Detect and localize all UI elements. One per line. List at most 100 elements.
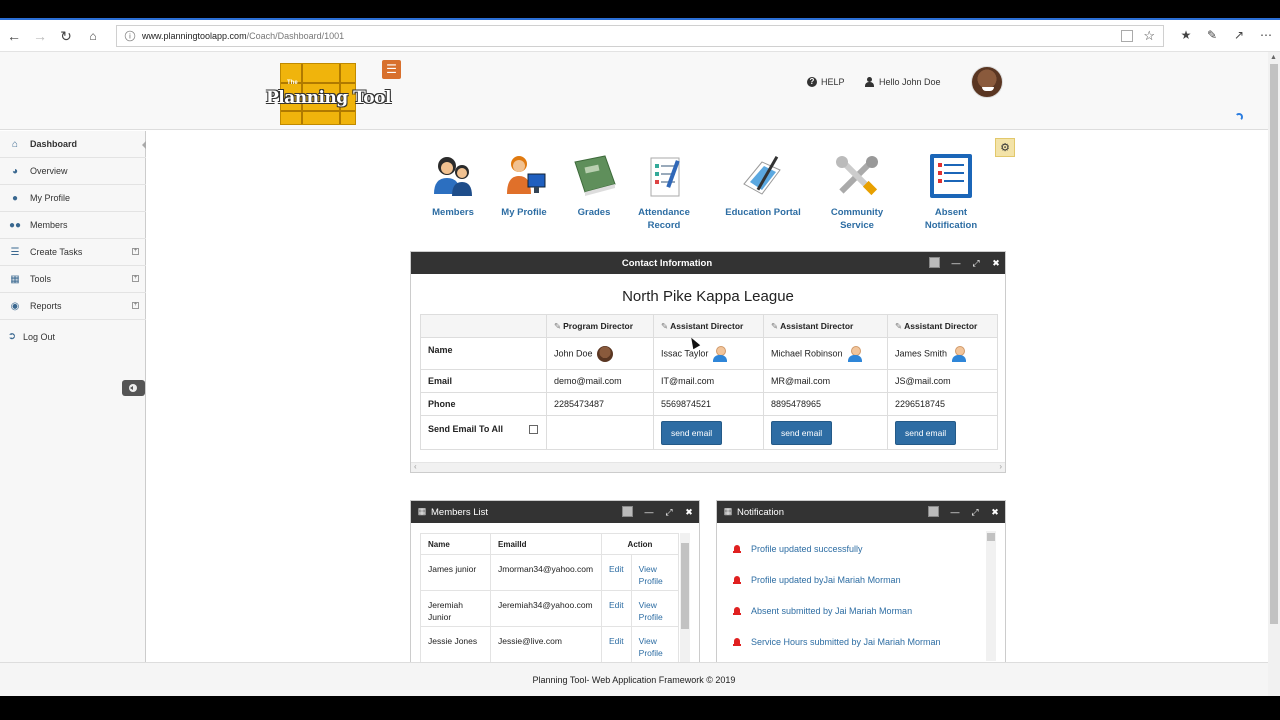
- help-link[interactable]: ? HELP: [807, 77, 845, 87]
- expand-icon[interactable]: ⤢: [970, 507, 980, 517]
- edit-icon[interactable]: ✎: [771, 321, 778, 331]
- table-header: ✎ Assistant Director: [887, 314, 998, 338]
- footer-text: Planning Tool- Web Application Framework…: [532, 675, 736, 685]
- table-cell: send email: [887, 415, 998, 450]
- table-icon: ▦: [417, 506, 427, 516]
- table-cell: View Profile: [630, 554, 680, 591]
- sidebar-item-my-profile[interactable]: ● My Profile: [0, 185, 146, 212]
- menu-toggle-button[interactable]: ☰: [382, 60, 401, 79]
- quick-link-absent-notification[interactable]: Absent Notification: [920, 154, 982, 232]
- notification-item[interactable]: Profile updated byJai Mariah Morman: [733, 575, 901, 585]
- sidebar-item-create-tasks[interactable]: ☰ Create Tasks +: [0, 239, 146, 266]
- quick-link-my-profile[interactable]: My Profile: [498, 154, 550, 219]
- table-cell: Michael Robinson: [763, 337, 888, 370]
- user-icon: [951, 345, 967, 363]
- send-email-button[interactable]: send email: [895, 420, 957, 445]
- sidebar-item-dashboard[interactable]: ⌂ Dashboard: [0, 131, 146, 158]
- sidebar-item-reports[interactable]: ◉ Reports +: [0, 293, 146, 320]
- expand-icon[interactable]: ⤢: [971, 258, 981, 268]
- table-cell: View Profile: [630, 590, 680, 627]
- quick-link-members[interactable]: Members: [429, 154, 477, 219]
- table-row: Name John Doe Issac Taylor Michael Robin…: [420, 337, 998, 370]
- quick-link-community-service[interactable]: Community Service: [826, 154, 888, 232]
- favorites-icon[interactable]: ★: [1178, 28, 1194, 42]
- gear-icon[interactable]: ⚙: [995, 138, 1015, 157]
- edit-link[interactable]: Edit: [609, 636, 624, 646]
- edit-link[interactable]: Edit: [609, 600, 624, 610]
- page-scrollbar[interactable]: ▲: [1268, 52, 1280, 696]
- view-profile-link[interactable]: View Profile: [639, 564, 663, 586]
- sidebar-item-log-out[interactable]: ➲ Log Out: [0, 323, 146, 350]
- expand-icon[interactable]: +: [132, 248, 139, 255]
- sidebar-item-label: Members: [30, 220, 68, 230]
- table-cell: JS@mail.com: [887, 369, 998, 393]
- table-cell: IT@mail.com: [653, 369, 764, 393]
- reading-view-icon[interactable]: [1121, 30, 1133, 42]
- view-profile-link[interactable]: View Profile: [639, 600, 663, 622]
- sidebar-item-members[interactable]: ●● Members: [0, 212, 146, 239]
- user-icon: [847, 345, 863, 363]
- info-icon[interactable]: i: [124, 30, 136, 42]
- member-email: Jeremiah34@yahoo.com: [490, 590, 602, 627]
- edit-icon[interactable]: ✎: [895, 321, 902, 331]
- table-cell: send email: [763, 415, 888, 450]
- horizontal-scrollbar[interactable]: ‹ ›: [411, 462, 1005, 472]
- more-icon[interactable]: ⋯: [1258, 28, 1274, 42]
- member-name: Jeremiah Junior: [420, 590, 491, 627]
- share-icon[interactable]: ↗: [1231, 28, 1247, 42]
- my-profile-icon: [507, 156, 546, 194]
- minimize-icon[interactable]: —: [644, 507, 654, 517]
- sidebar-collapse-button[interactable]: [122, 380, 145, 396]
- back-arrow-icon[interactable]: ←: [6, 28, 22, 44]
- table-cell: Edit: [601, 626, 632, 662]
- panel-color-icon[interactable]: [929, 257, 940, 268]
- send-all-checkbox[interactable]: [529, 425, 539, 435]
- close-icon[interactable]: ✖: [990, 507, 1000, 517]
- logo-text[interactable]: Planning Tool: [266, 88, 391, 108]
- home-icon[interactable]: ⌂: [85, 28, 101, 44]
- row-label: Email: [420, 369, 547, 393]
- quick-link-education-portal[interactable]: Education Portal: [724, 154, 802, 219]
- pen-icon[interactable]: ✎: [1204, 28, 1220, 42]
- panel-color-icon[interactable]: [928, 506, 939, 517]
- expand-icon[interactable]: +: [132, 275, 139, 282]
- quick-link-label: Community: [830, 207, 884, 218]
- sidebar-item-overview[interactable]: ◕ Overview: [0, 158, 146, 185]
- notification-item[interactable]: Absent submitted by Jai Mariah Morman: [733, 606, 912, 616]
- user-icon: [712, 345, 728, 363]
- quick-link-label: Absent: [934, 207, 968, 218]
- expand-icon[interactable]: ⤢: [664, 507, 674, 517]
- quick-link-grades[interactable]: Grades: [568, 154, 620, 219]
- notification-item[interactable]: Service Hours submitted by Jai Mariah Mo…: [733, 637, 941, 647]
- members-scrollbar[interactable]: [680, 533, 690, 662]
- members-icon: [434, 157, 472, 196]
- quick-link-attendance-record[interactable]: Attendance Record: [634, 154, 694, 232]
- close-icon[interactable]: ✖: [684, 507, 694, 517]
- edit-icon[interactable]: ✎: [554, 321, 561, 331]
- notification-item[interactable]: Profile updated successfully: [733, 544, 863, 554]
- panel-color-icon[interactable]: [622, 506, 633, 517]
- forward-arrow-icon[interactable]: →: [32, 28, 48, 44]
- address-url: www.planningtoolapp.com/Coach/Dashboard/…: [142, 31, 345, 41]
- view-profile-link[interactable]: View Profile: [639, 636, 663, 658]
- favorite-star-icon[interactable]: ☆: [1143, 28, 1155, 44]
- send-email-button[interactable]: send email: [771, 420, 833, 445]
- close-icon[interactable]: ✖: [991, 258, 1001, 268]
- user-greeting[interactable]: Hello John Doe: [865, 77, 941, 87]
- edit-icon[interactable]: ✎: [661, 321, 668, 331]
- row-label: Send Email To All: [420, 415, 547, 450]
- table-cell: Issac Taylor: [653, 337, 764, 370]
- expand-icon[interactable]: +: [132, 302, 139, 309]
- avatar: [596, 345, 613, 362]
- notification-scrollbar[interactable]: [986, 531, 996, 661]
- grades-book-icon: [574, 155, 616, 196]
- minimize-icon[interactable]: —: [951, 258, 961, 268]
- avatar[interactable]: [971, 66, 1003, 98]
- send-email-button[interactable]: send email: [661, 420, 723, 445]
- refresh-icon[interactable]: ↻: [58, 28, 74, 44]
- minimize-icon[interactable]: —: [950, 507, 960, 517]
- home-icon: ⌂: [11, 138, 19, 150]
- edit-link[interactable]: Edit: [609, 564, 624, 574]
- address-bar[interactable]: i www.planningtoolapp.com/Coach/Dashboar…: [116, 25, 1164, 47]
- sidebar-item-tools[interactable]: ▦ Tools +: [0, 266, 146, 293]
